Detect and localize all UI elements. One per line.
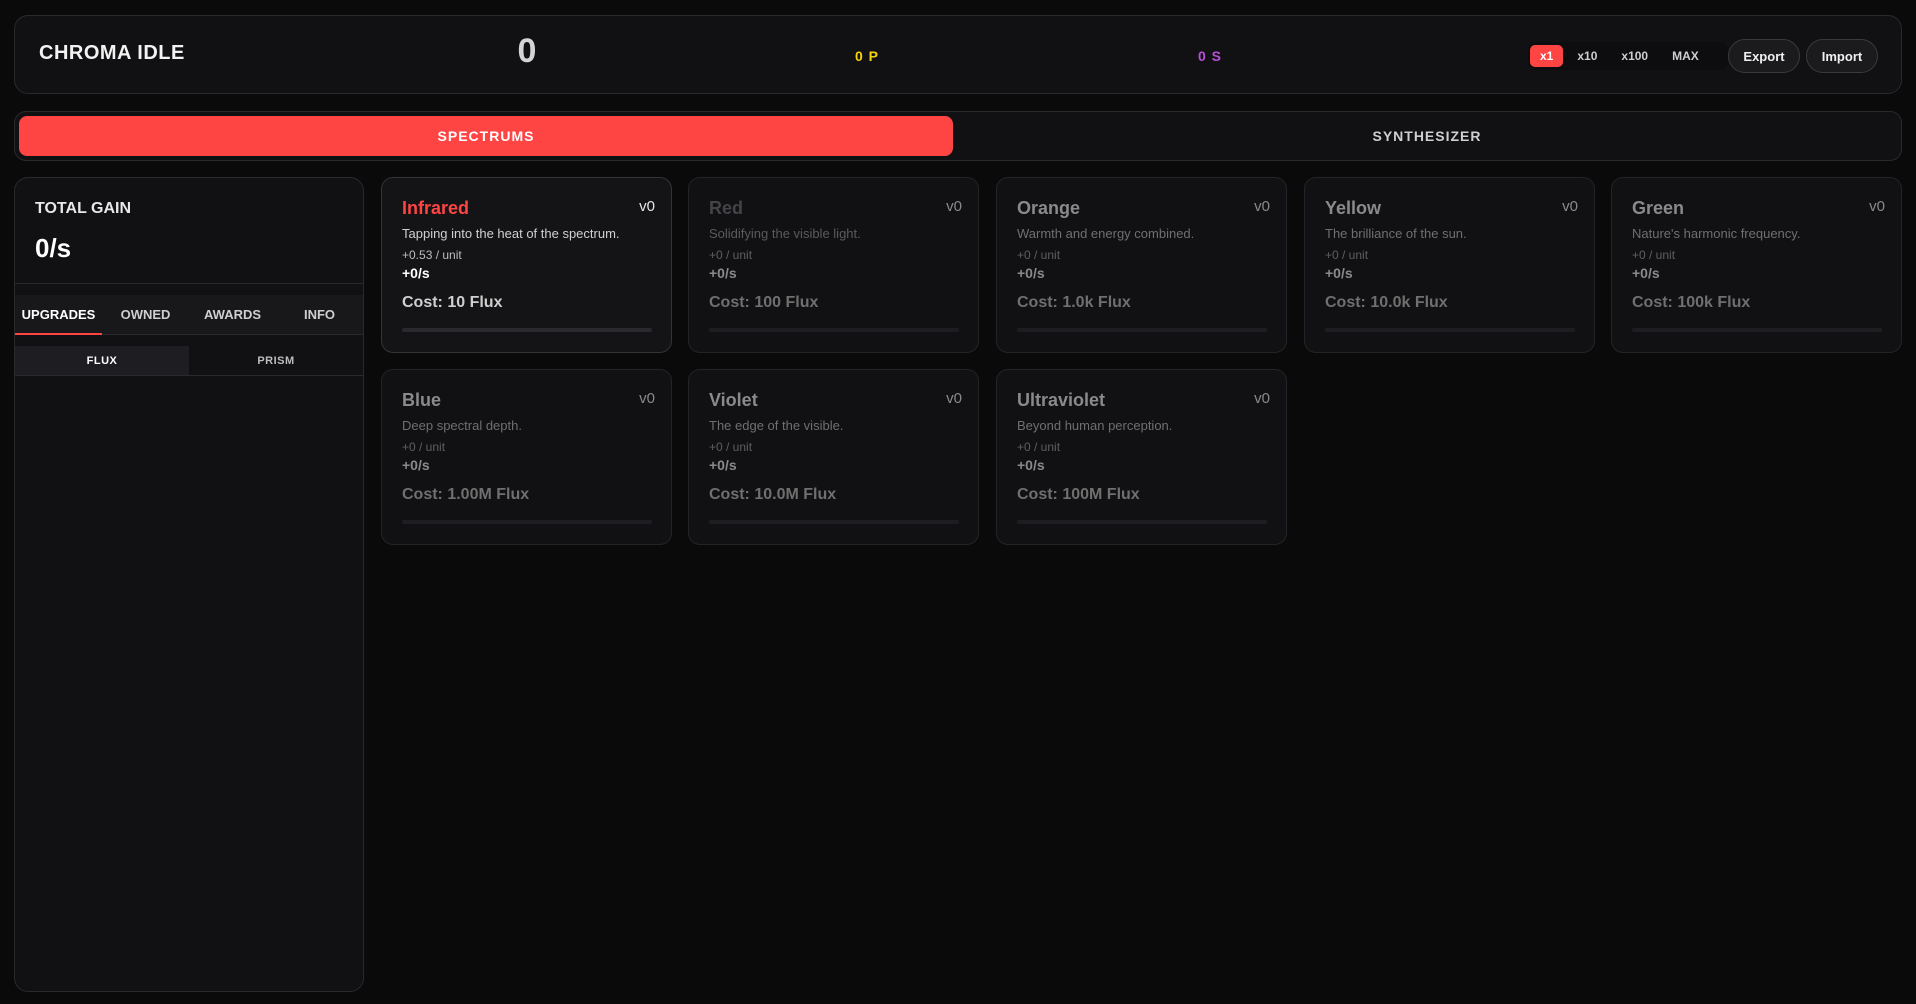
- spectrum-progress-bar: [1017, 328, 1267, 332]
- spectrum-cost: Cost: 10.0k Flux: [1325, 294, 1448, 311]
- spectrum-description: Tapping into the heat of the spectrum.: [402, 226, 620, 241]
- spectrum-per-unit: +0 / unit: [1325, 248, 1369, 262]
- tab-owned[interactable]: OWNED: [102, 295, 189, 334]
- spectrum-name: Ultraviolet: [1017, 390, 1106, 410]
- spectrum-cost: Cost: 10 Flux: [402, 294, 503, 311]
- spectrum-card-green[interactable]: Green v0 Nature's harmonic frequency. +0…: [1611, 177, 1902, 353]
- spectrum-name: Green: [1632, 198, 1685, 218]
- spectrum-cost: Cost: 1.00M Flux: [402, 486, 530, 503]
- multiplier-x1-button[interactable]: x1: [1530, 45, 1564, 67]
- spectrum-name: Orange: [1017, 198, 1081, 218]
- spectrum-name: Violet: [709, 390, 758, 410]
- import-button[interactable]: Import: [1806, 39, 1878, 73]
- export-button[interactable]: Export: [1728, 39, 1800, 73]
- spectrum-card-orange[interactable]: Orange v0 Warmth and energy combined. +0…: [996, 177, 1287, 353]
- spectrum-cost: Cost: 1.0k Flux: [1017, 294, 1131, 311]
- spectrum-description: Beyond human perception.: [1017, 418, 1173, 433]
- spectrum-description: Deep spectral depth.: [402, 418, 522, 433]
- multiplier-x100-button[interactable]: x100: [1611, 45, 1658, 67]
- synth-counter: 0 S: [1198, 48, 1223, 64]
- tab-spectrums[interactable]: SPECTRUMS: [19, 116, 953, 156]
- spectrum-level: v0: [946, 390, 962, 407]
- multiplier-x10-button[interactable]: x10: [1567, 45, 1607, 67]
- spectrum-level: v0: [1562, 198, 1578, 215]
- spectrum-level: v0: [946, 198, 962, 215]
- spectrum-description: Solidifying the visible light.: [709, 226, 861, 241]
- total-gain-label: TOTAL GAIN: [35, 200, 131, 217]
- spectrum-rate: +0/s: [402, 457, 430, 473]
- tab-info[interactable]: INFO: [276, 295, 363, 334]
- spectrum-per-unit: +0.53 / unit: [402, 248, 462, 262]
- spectrum-description: Warmth and energy combined.: [1017, 226, 1195, 241]
- spectrum-rate: +0/s: [1632, 265, 1660, 281]
- spectrum-cost: Cost: 100k Flux: [1632, 294, 1751, 311]
- spectrum-rate: +0/s: [1017, 265, 1045, 281]
- spectrum-progress-bar: [1632, 328, 1882, 332]
- spectrum-progress-bar: [1017, 520, 1267, 524]
- multiplier-max-button[interactable]: MAX: [1662, 45, 1709, 67]
- spectrum-rate: +0/s: [402, 265, 430, 281]
- spectrum-cost: Cost: 100M Flux: [1017, 486, 1140, 503]
- spectrum-progress-bar: [1325, 328, 1575, 332]
- spectrum-name: Infrared: [402, 198, 470, 218]
- spectrum-progress-bar: [709, 520, 959, 524]
- spectrum-cost: Cost: 100 Flux: [709, 294, 819, 311]
- buy-multiplier-group: x1 x10 x100 MAX: [1528, 42, 1728, 70]
- sidebar-panel: TOTAL GAIN 0/s UPGRADES OWNED AWARDS INF…: [14, 177, 364, 992]
- spectrum-per-unit: +0 / unit: [1017, 248, 1061, 262]
- app-title: CHROMA IDLE: [39, 42, 185, 64]
- spectrum-level: v0: [1254, 390, 1270, 407]
- spectrum-name: Red: [709, 198, 744, 218]
- spectrum-name: Yellow: [1325, 198, 1382, 218]
- total-gain-value: 0/s: [35, 233, 72, 263]
- flux-counter: 0: [517, 32, 537, 70]
- spectrum-per-unit: +0 / unit: [709, 248, 753, 262]
- spectrum-card-ultraviolet[interactable]: Ultraviolet v0 Beyond human perception. …: [996, 369, 1287, 545]
- prism-counter: 0 P: [855, 48, 880, 64]
- spectrum-per-unit: +0 / unit: [709, 440, 753, 454]
- tab-synthesizer[interactable]: SYNTHESIZER: [959, 116, 1895, 156]
- spectrum-per-unit: +0 / unit: [402, 440, 446, 454]
- spectrum-description: Nature's harmonic frequency.: [1632, 226, 1801, 241]
- spectrum-progress-bar: [402, 328, 652, 332]
- spectrum-rate: +0/s: [709, 457, 737, 473]
- spectrum-progress-bar: [402, 520, 652, 524]
- spectrum-card-yellow[interactable]: Yellow v0 The brilliance of the sun. +0 …: [1304, 177, 1595, 353]
- spectrum-card-violet[interactable]: Violet v0 The edge of the visible. +0 / …: [688, 369, 979, 545]
- spectrum-level: v0: [1869, 198, 1885, 215]
- tab-upgrades[interactable]: UPGRADES: [15, 295, 102, 335]
- spectrum-per-unit: +0 / unit: [1017, 440, 1061, 454]
- sub-tab-prism[interactable]: PRISM: [189, 346, 363, 375]
- spectrum-level: v0: [639, 390, 655, 407]
- spectrum-rate: +0/s: [1017, 457, 1045, 473]
- spectrum-card-infrared[interactable]: Infrared v0 Tapping into the heat of the…: [381, 177, 672, 353]
- spectrum-description: The brilliance of the sun.: [1325, 226, 1467, 241]
- tab-awards[interactable]: AWARDS: [189, 295, 276, 334]
- spectrum-description: The edge of the visible.: [709, 418, 844, 433]
- sidebar-tabs: UPGRADES OWNED AWARDS INFO: [15, 295, 363, 335]
- sidebar-divider: [15, 283, 363, 284]
- upgrade-sub-tabs: FLUX PRISM: [15, 346, 363, 376]
- spectrum-rate: +0/s: [709, 265, 737, 281]
- spectrum-card-blue[interactable]: Blue v0 Deep spectral depth. +0 / unit +…: [381, 369, 672, 545]
- top-bar: CHROMA IDLE 0 0 P 0 S x1 x10 x100 MAX Ex…: [14, 15, 1902, 94]
- spectrum-progress-bar: [709, 328, 959, 332]
- main-tab-bar: SPECTRUMS SYNTHESIZER: [14, 111, 1902, 161]
- spectrum-per-unit: +0 / unit: [1632, 248, 1676, 262]
- sub-tab-flux[interactable]: FLUX: [15, 346, 189, 375]
- spectrum-rate: +0/s: [1325, 265, 1353, 281]
- spectrum-level: v0: [639, 198, 655, 215]
- spectrum-name: Blue: [402, 390, 442, 410]
- spectrum-level: v0: [1254, 198, 1270, 215]
- spectrum-card-red[interactable]: Red v0 Solidifying the visible light. +0…: [688, 177, 979, 353]
- spectrum-cost: Cost: 10.0M Flux: [709, 486, 837, 503]
